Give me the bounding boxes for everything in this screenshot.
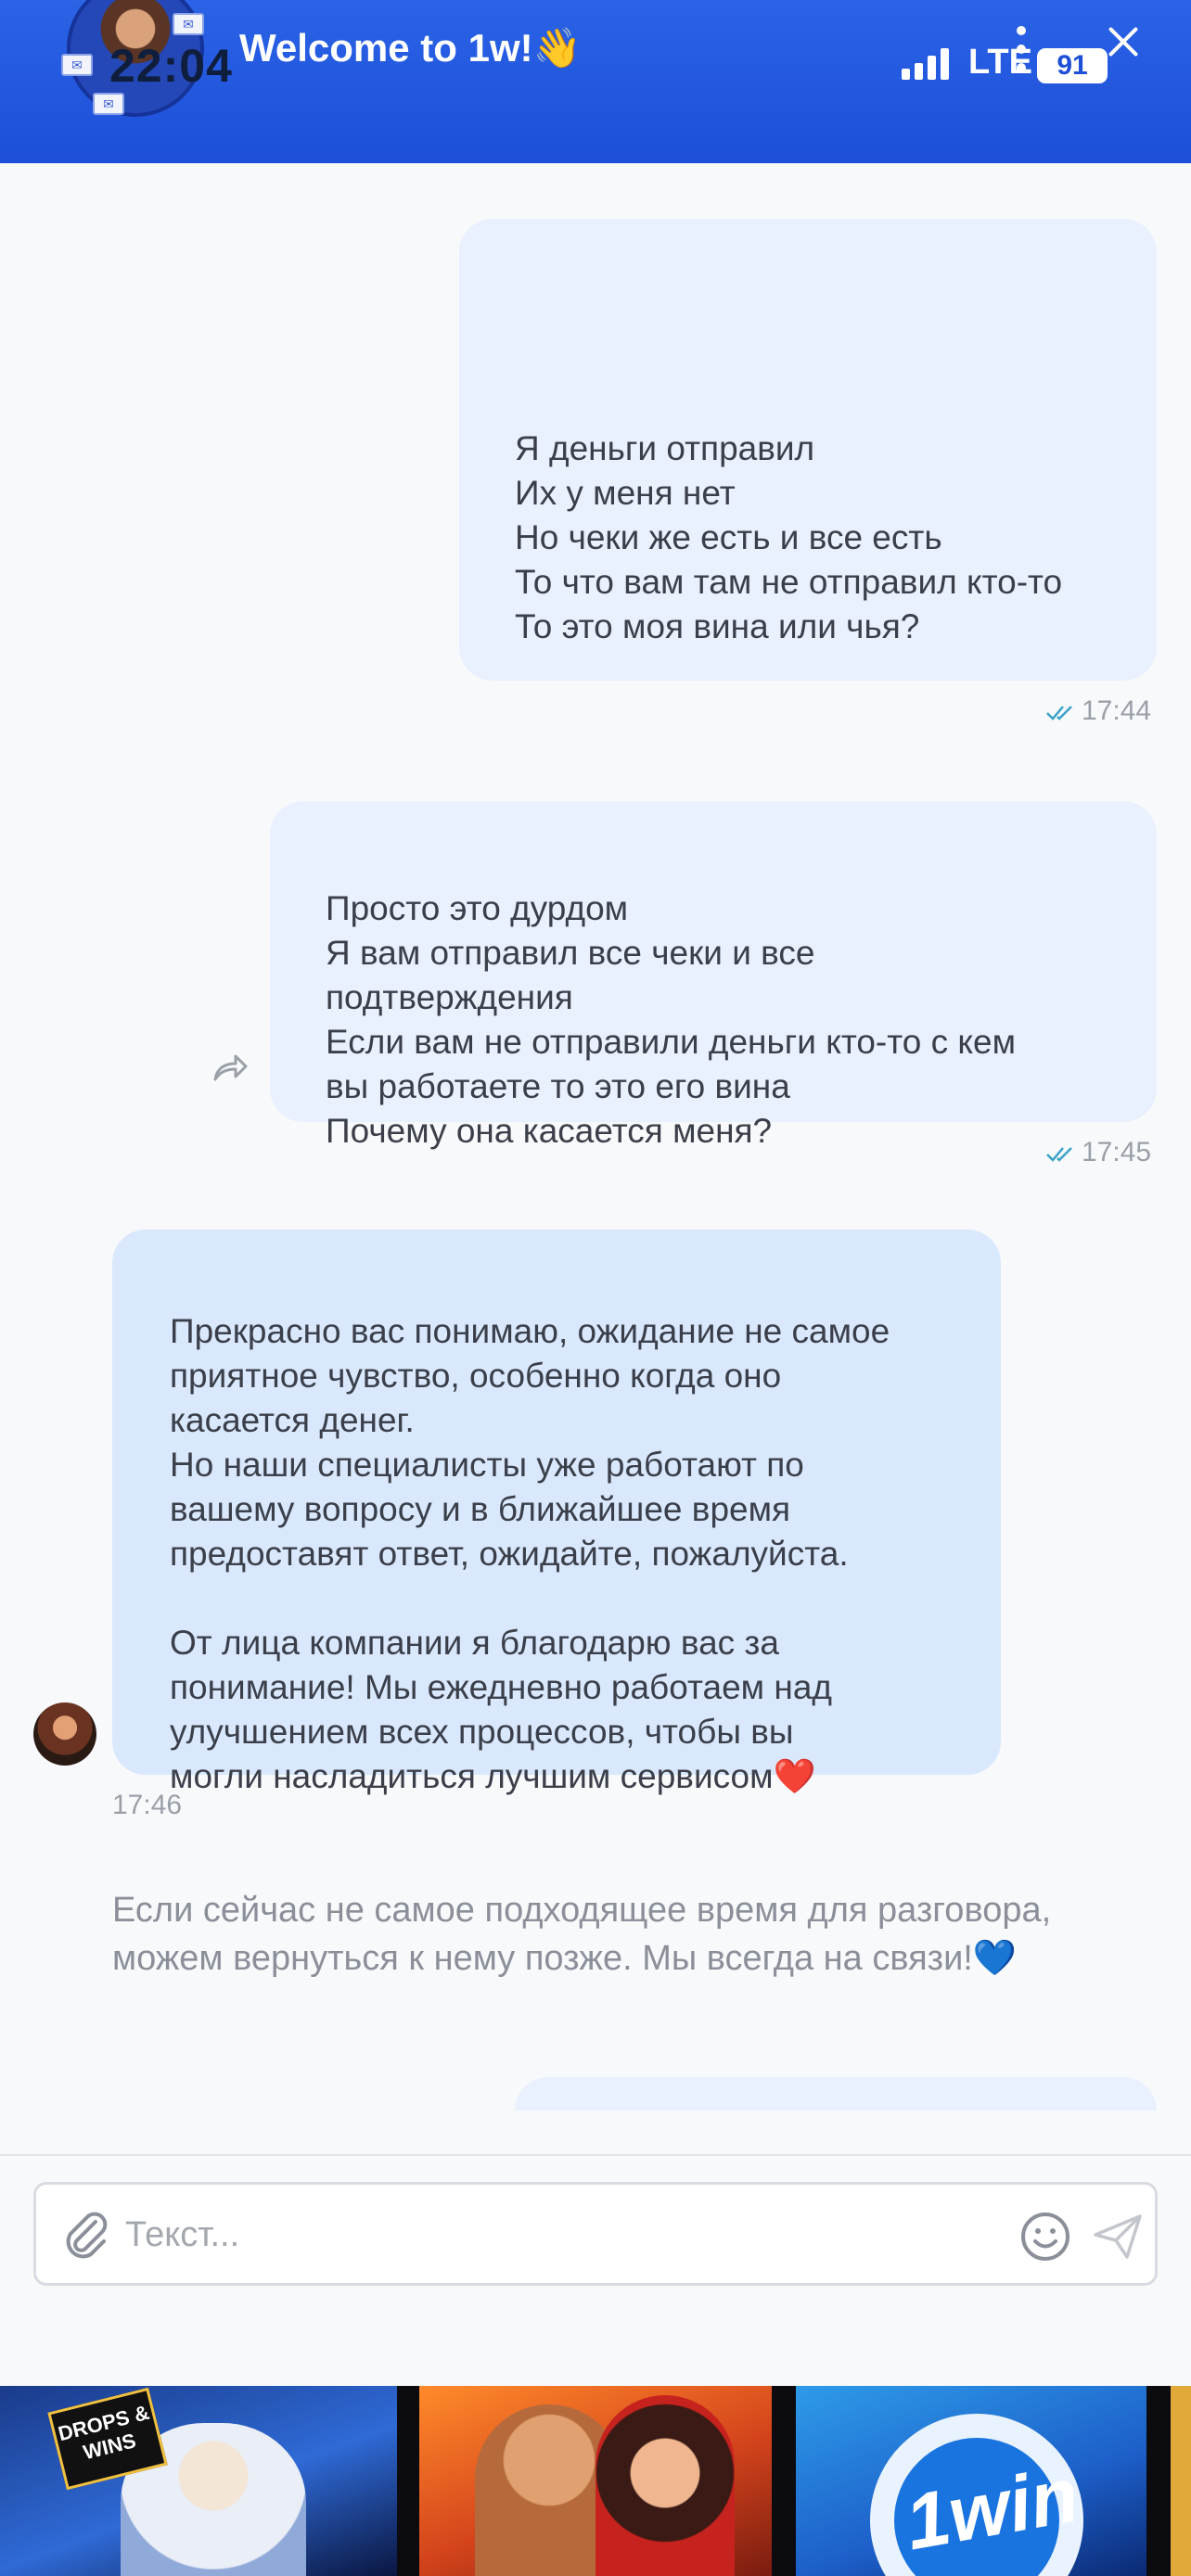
battery-level: 91 [1037,48,1108,83]
envelope-icon: ✉ [173,13,204,35]
message-text: Я деньги отправил Их у меня нет Но чеки … [515,429,1063,645]
envelope-icon: ✉ [61,54,93,76]
game-tile[interactable] [1171,2386,1191,2576]
more-menu-icon[interactable] [1017,26,1026,72]
read-ticks-icon [1046,1147,1072,1162]
message-input[interactable] [125,2211,960,2259]
close-icon[interactable] [1104,22,1143,61]
forward-icon[interactable] [211,1052,249,1083]
game-tile[interactable] [419,2386,772,2576]
send-icon[interactable] [1092,2213,1144,2261]
composer [33,2182,1158,2286]
agent-avatar-small [33,1702,96,1766]
message-outgoing[interactable]: Просто это дурдом Я вам отправил все чек… [270,801,1157,1150]
message-time: 17:46 [112,1790,183,1820]
system-message: Если сейчас не самое подходящее время дл… [112,1891,1052,1978]
chat-header: ✉ ✉ ✉ 22:04 Welcome to 1w!👋 LTE 91 [0,0,1191,163]
emoji-icon[interactable] [1019,2211,1071,2263]
game-tile[interactable]: DROPS & WINS [0,2386,397,2576]
game-artwork [596,2395,735,2576]
signal-icon [902,48,949,80]
games-banner: DROPS & WINS 1win [0,2386,1191,2576]
chat-title: Welcome to 1w!👋 [239,26,582,70]
message-text: Просто это дурдом Я вам отправил все чек… [326,889,1017,1150]
message-outgoing[interactable]: Я деньги отправил Их у меня нет Но чеки … [459,219,1157,681]
message-incoming[interactable]: Прекрасно вас понимаю, ожидание не самое… [112,1230,1001,1795]
message-list[interactable]: Я деньги отправил Их у меня нет Но чеки … [0,163,1191,2111]
message-outgoing-partial[interactable] [515,2077,1157,2111]
game-tile[interactable]: 1win [796,2386,1146,2576]
read-ticks-icon [1046,706,1072,721]
message-text: Прекрасно вас понимаю, ожидание не самое… [170,1312,890,1795]
message-time: 17:44 [1082,695,1152,726]
status-time: 22:04 [109,40,233,92]
attach-icon[interactable] [60,2209,112,2261]
message-time: 17:45 [1082,1137,1152,1167]
envelope-icon: ✉ [93,93,124,115]
